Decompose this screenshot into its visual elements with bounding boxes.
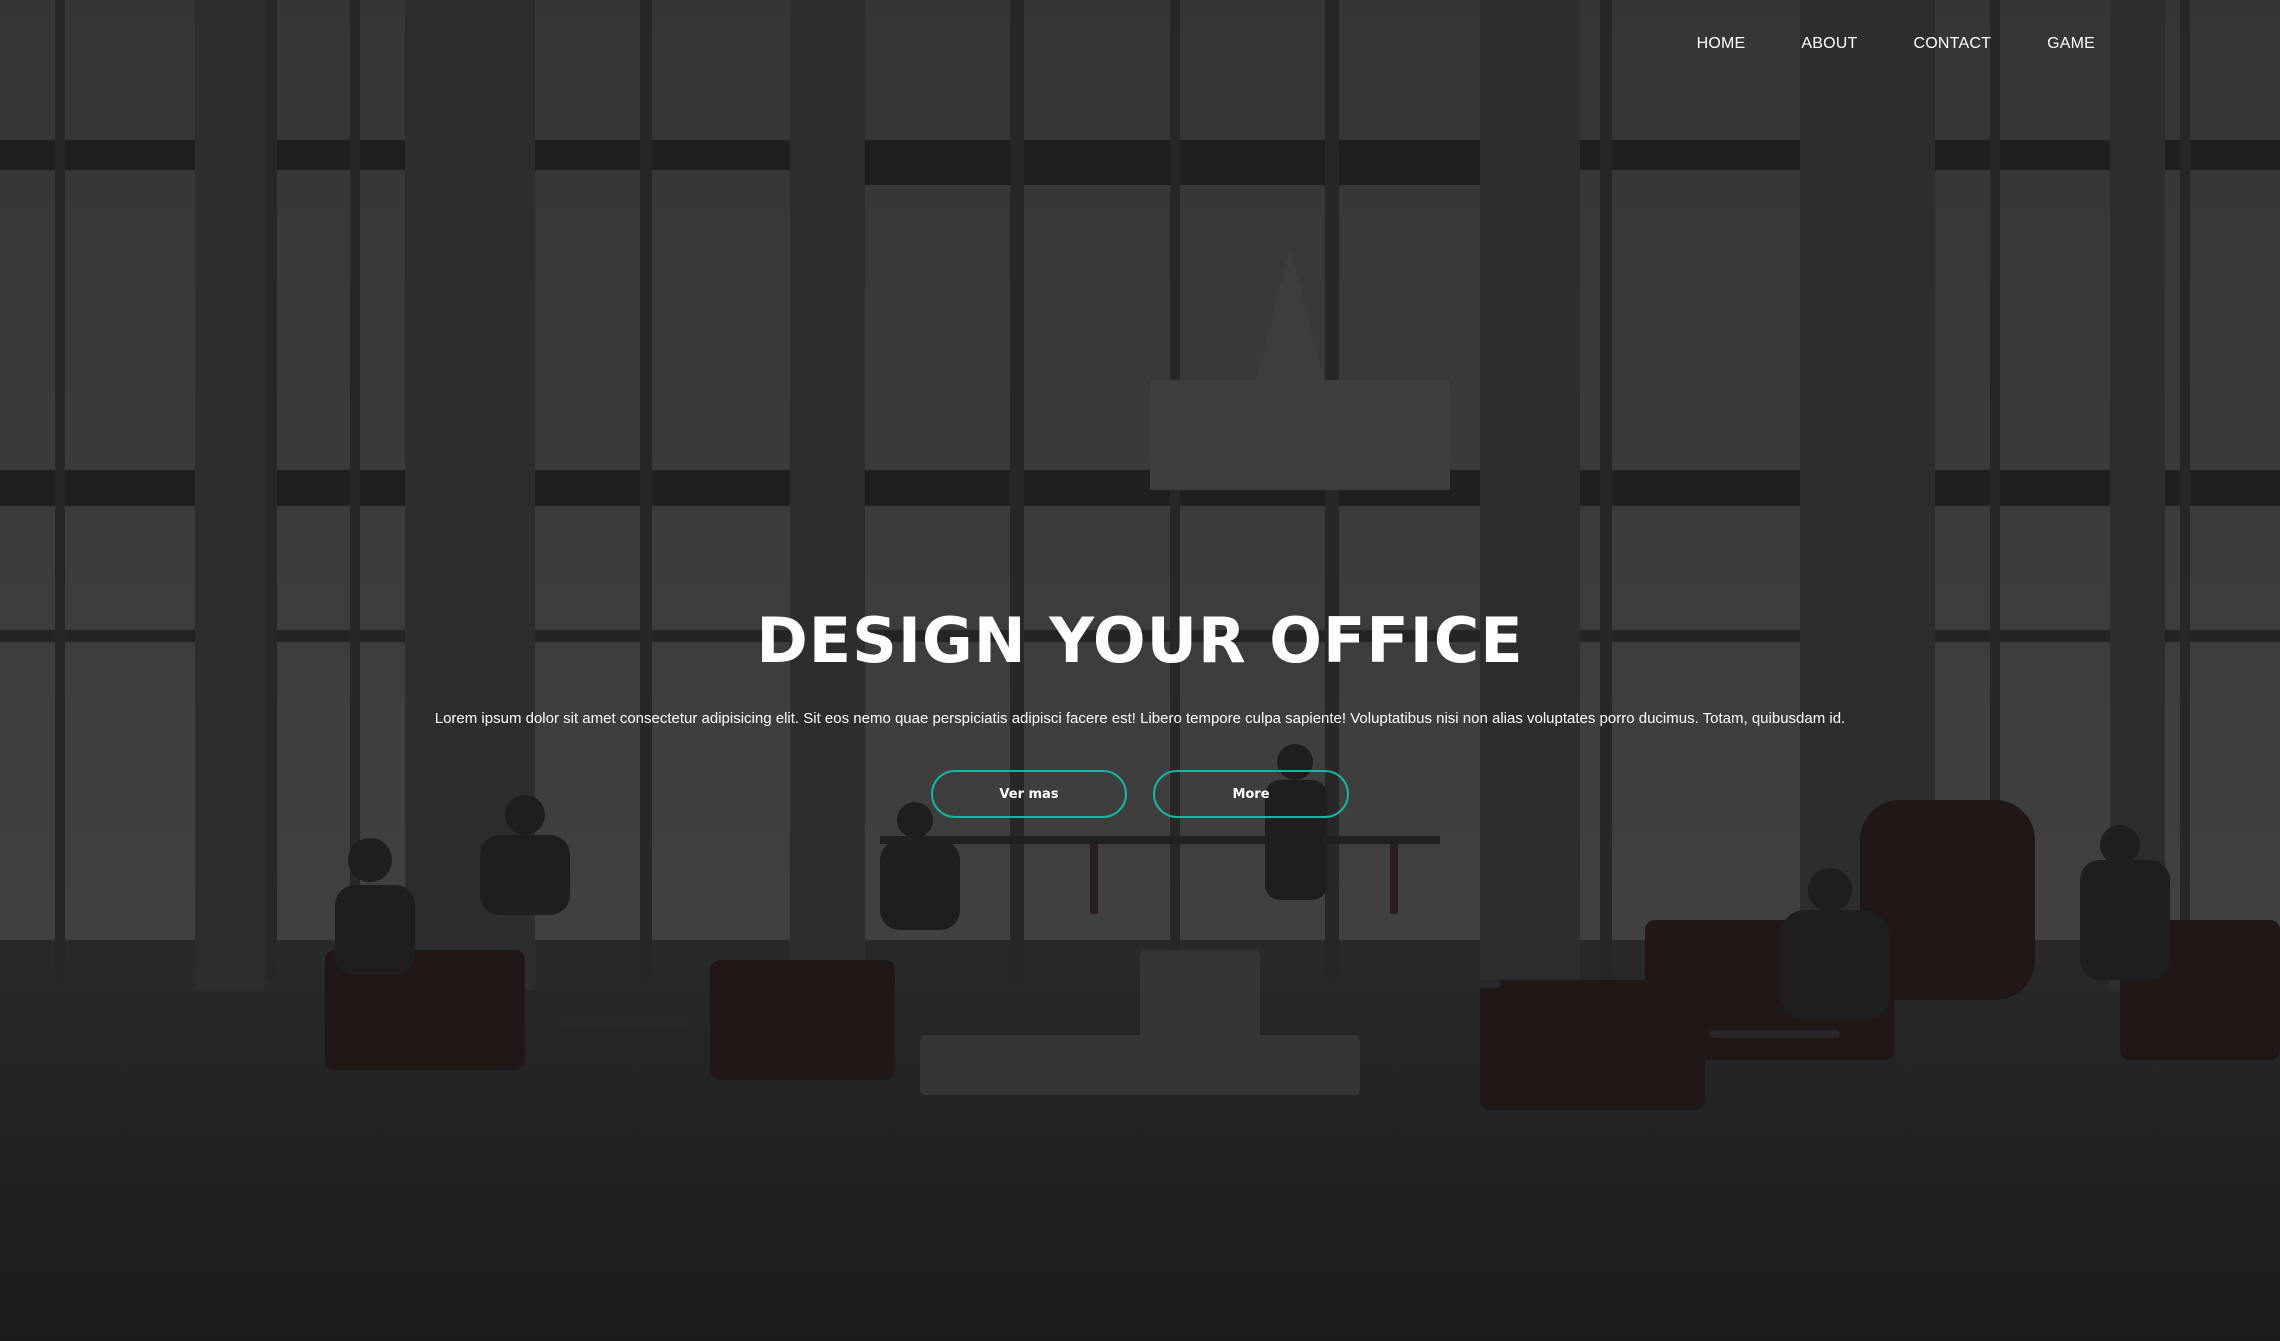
- nav-link-contact[interactable]: CONTACT: [1886, 34, 2020, 54]
- nav-link-home[interactable]: HOME: [1669, 34, 1774, 54]
- nav-link-game[interactable]: GAME: [2019, 34, 2095, 54]
- top-navigation: HOME ABOUT CONTACT GAME: [1669, 34, 2095, 54]
- hero-description: Lorem ipsum dolor sit amet consectetur a…: [434, 710, 1846, 727]
- nav-link-about[interactable]: ABOUT: [1773, 34, 1885, 54]
- ver-mas-button[interactable]: Ver mas: [931, 770, 1127, 818]
- hero-section: HOME ABOUT CONTACT GAME DESIGN YOUR OFFI…: [0, 0, 2280, 1341]
- more-button[interactable]: More: [1153, 770, 1349, 818]
- hero-content: DESIGN YOUR OFFICE Lorem ipsum dolor sit…: [0, 596, 2280, 818]
- hero-button-group: Ver mas More: [0, 770, 2280, 818]
- hero-title: DESIGN YOUR OFFICE: [756, 604, 1524, 677]
